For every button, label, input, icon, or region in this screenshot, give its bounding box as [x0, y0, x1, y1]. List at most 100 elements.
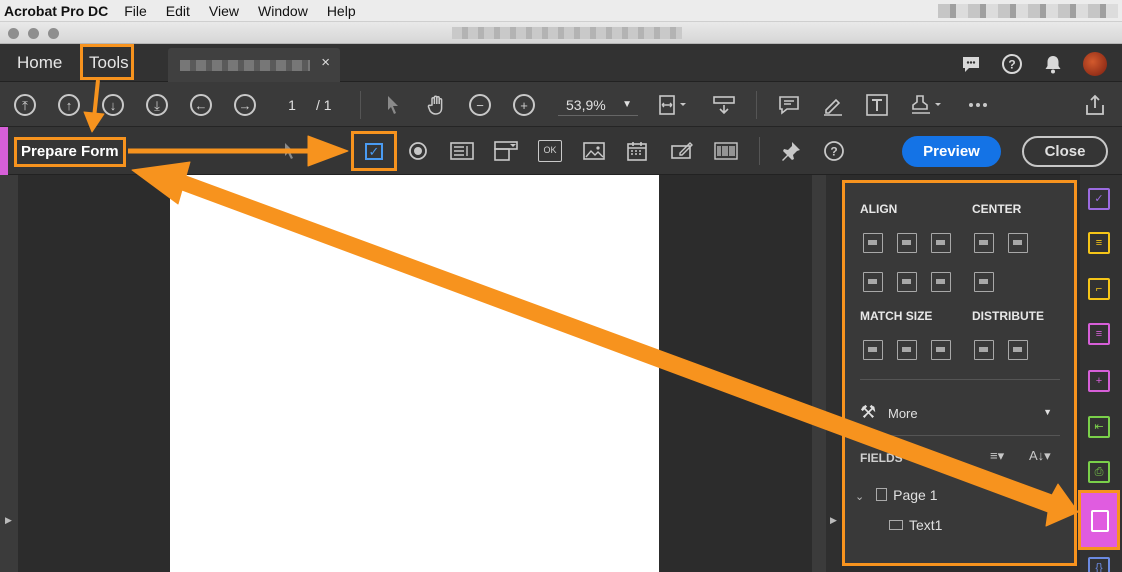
pdf-page[interactable] [170, 175, 659, 572]
menu-window[interactable]: Window [258, 3, 308, 19]
text-field-icon [889, 520, 903, 530]
add-text-icon[interactable] [865, 93, 889, 117]
document-icon [1091, 510, 1109, 532]
scroll-mode-icon[interactable] [712, 93, 736, 117]
app-menu[interactable]: Acrobat Pro DC [4, 3, 108, 19]
highlight-pen-icon[interactable] [821, 93, 845, 117]
window-minimize-button[interactable] [28, 28, 39, 39]
center-vertically-icon[interactable] [1008, 233, 1028, 253]
center-both-icon[interactable] [974, 272, 994, 292]
align-top-icon[interactable] [863, 272, 883, 292]
window-close-button[interactable] [8, 28, 19, 39]
menu-help[interactable]: Help [327, 3, 356, 19]
hand-tool-icon[interactable] [425, 93, 449, 117]
tree-item-page[interactable]: ⌄ Page 1 [855, 487, 937, 503]
right-panel-toggle[interactable]: ▶ [826, 175, 840, 572]
last-page-icon[interactable]: ⤓ [146, 94, 168, 116]
window-title-blurred [452, 27, 682, 39]
svg-text:?: ? [1008, 58, 1015, 72]
barcode-field-icon[interactable] [714, 140, 738, 162]
window-zoom-button[interactable] [48, 28, 59, 39]
fit-page-icon[interactable] [656, 93, 686, 117]
go-back-icon[interactable]: ← [190, 94, 212, 116]
left-panel-toggle[interactable]: ▶ [0, 175, 18, 572]
tree-item-field[interactable]: Text1 [889, 517, 942, 533]
organize-pages-icon[interactable]: ≡ [1088, 323, 1110, 345]
go-forward-icon[interactable]: → [234, 94, 256, 116]
menu-file[interactable]: File [124, 3, 147, 19]
close-button[interactable]: Close [1022, 136, 1108, 167]
chevron-down-icon: ▼ [622, 99, 632, 110]
stamp-icon[interactable] [909, 93, 941, 117]
expand-left-icon: ▶ [5, 515, 12, 525]
toolbar-divider [756, 91, 757, 119]
radio-button-icon[interactable] [406, 140, 430, 162]
tab-home[interactable]: Home [17, 44, 62, 82]
date-field-icon[interactable] [626, 140, 650, 162]
close-tab-icon[interactable]: × [321, 54, 330, 71]
button-field-icon[interactable]: OK [538, 140, 562, 162]
notifications-bell-icon[interactable] [1042, 53, 1064, 75]
fill-sign-icon[interactable]: ✓ [1088, 188, 1110, 210]
align-bottom-icon[interactable] [931, 272, 951, 292]
zoom-in-icon[interactable]: + [513, 94, 535, 116]
zoom-out-icon[interactable]: − [469, 94, 491, 116]
tab-document[interactable]: × [168, 48, 340, 82]
more-dropdown[interactable]: ⚒ More ▼ [860, 400, 1060, 424]
zoom-select[interactable]: 53,9% ▼ [558, 94, 638, 116]
center-horizontally-icon[interactable] [974, 233, 994, 253]
print-production-icon[interactable]: ⎙ [1088, 461, 1110, 483]
next-page-icon[interactable]: ↓ [102, 94, 124, 116]
form-properties-panel: ALIGN CENTER MATCH SIZE DISTRIBUTE ⚒ More… [842, 180, 1077, 566]
page-number-input[interactable]: 1 [274, 94, 310, 116]
select-cursor-icon[interactable] [381, 93, 405, 117]
user-avatar[interactable] [1083, 52, 1107, 76]
chat-icon[interactable] [960, 53, 982, 75]
export-pdf-icon[interactable]: ⌐ [1088, 278, 1110, 300]
enhance-scans-icon[interactable]: + [1088, 370, 1110, 392]
menu-edit[interactable]: Edit [166, 3, 190, 19]
more-label: More [888, 406, 918, 421]
tree-page-label: Page 1 [893, 487, 938, 503]
match-height-icon[interactable] [863, 340, 883, 360]
align-center-horizontal-icon[interactable] [897, 233, 917, 253]
distribute-horizontally-icon[interactable] [974, 340, 994, 360]
prepare-form-title: Prepare Form [14, 137, 126, 167]
image-field-icon[interactable] [582, 140, 606, 162]
align-middle-icon[interactable] [897, 272, 917, 292]
align-right-icon[interactable] [931, 233, 951, 253]
form-help-icon[interactable]: ? [822, 140, 846, 162]
distribute-vertically-icon[interactable] [1008, 340, 1028, 360]
more-options-icon[interactable] [966, 93, 990, 117]
comment-icon[interactable] [777, 93, 801, 117]
align-left-icon[interactable] [863, 233, 883, 253]
sort-order-icon[interactable]: ≡▾ [990, 448, 1004, 464]
document-name-blurred [180, 60, 310, 71]
pin-icon[interactable] [778, 140, 802, 162]
vertical-scrollbar[interactable] [812, 175, 826, 572]
previous-page-icon[interactable]: ↑ [58, 94, 80, 116]
comment-rail-icon[interactable]: ≡ [1088, 232, 1110, 254]
zoom-value: 53,9% [566, 97, 606, 113]
select-object-icon[interactable] [279, 140, 303, 162]
signature-field-icon[interactable] [670, 140, 694, 162]
preview-button[interactable]: Preview [902, 136, 1001, 167]
menu-view[interactable]: View [209, 3, 239, 19]
dropdown-field-icon[interactable] [494, 140, 518, 162]
prepare-form-rail-button[interactable] [1078, 490, 1120, 550]
tools-icon: ⚒ [860, 402, 877, 422]
first-page-icon[interactable]: ⤒ [14, 94, 36, 116]
align-heading: ALIGN [860, 202, 898, 216]
match-width-icon[interactable] [897, 340, 917, 360]
list-box-icon[interactable] [450, 140, 474, 162]
chevron-down-icon[interactable]: ⌄ [855, 491, 864, 503]
match-size-heading: MATCH SIZE [860, 309, 933, 323]
match-both-icon[interactable] [931, 340, 951, 360]
distribute-heading: DISTRIBUTE [972, 309, 1044, 323]
share-icon[interactable] [1083, 93, 1107, 117]
compare-files-icon[interactable]: ⇤ [1088, 416, 1110, 438]
sort-alpha-icon[interactable]: A↓▾ [1029, 448, 1051, 464]
javascript-icon[interactable]: {} [1088, 557, 1110, 572]
help-icon[interactable]: ? [1001, 53, 1023, 75]
checkbox-tool-button[interactable]: ✓ [351, 131, 397, 171]
